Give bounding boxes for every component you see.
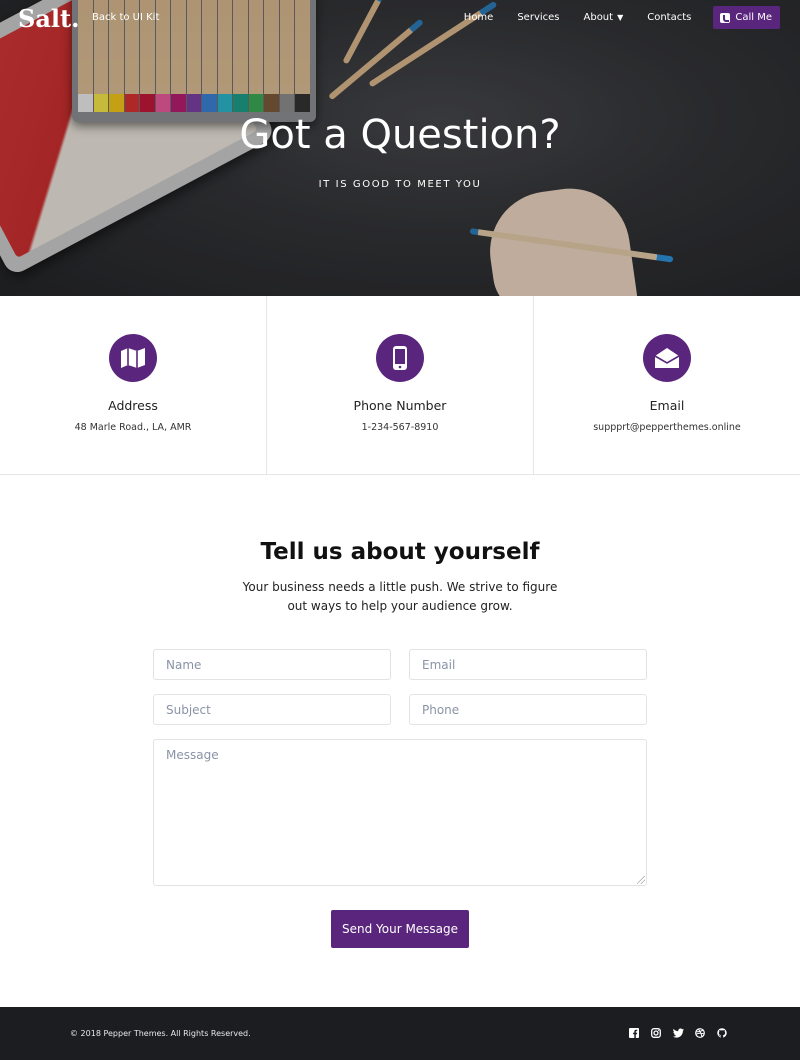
form-description: Your business needs a little push. We st… (242, 580, 558, 613)
email-card: Email suppprt@pepperthemes.online (534, 296, 800, 474)
email-value: suppprt@pepperthemes.online (593, 422, 741, 433)
nav-item-services[interactable]: Services (517, 12, 559, 23)
phone-square-icon (720, 12, 731, 23)
github-icon[interactable] (716, 1027, 728, 1039)
back-to-ui-kit-link[interactable]: Back to UI Kit (92, 12, 159, 23)
call-me-label: Call Me (735, 12, 772, 23)
nav-item-about-label: About (583, 12, 614, 23)
social-links (628, 1027, 728, 1039)
footer: © 2018 Pepper Themes. All Rights Reserve… (0, 1007, 800, 1060)
phone-icon (376, 334, 424, 382)
facebook-icon[interactable] (628, 1027, 640, 1039)
page-subtitle: IT IS GOOD TO MEET YOU (318, 179, 482, 190)
call-me-button[interactable]: Call Me (713, 6, 780, 29)
hero-section: Salt. Back to UI Kit Home Services About… (0, 0, 800, 296)
map-icon (109, 334, 157, 382)
phone-input[interactable] (409, 694, 647, 725)
phone-title: Phone Number (353, 398, 447, 413)
email-title: Email (649, 398, 685, 413)
page-title: Got a Question? (239, 112, 561, 158)
copyright-text: © 2018 Pepper Themes. All Rights Reserve… (70, 1029, 251, 1038)
nav-item-about[interactable]: About ▼ (584, 12, 624, 23)
name-input[interactable] (153, 649, 391, 680)
address-card: Address 48 Marle Road., LA, AMR (0, 296, 267, 474)
send-message-button[interactable]: Send Your Message (331, 910, 469, 948)
phone-value: 1-234-567-8910 (361, 422, 439, 433)
dribbble-icon[interactable] (694, 1027, 706, 1039)
email-input[interactable] (409, 649, 647, 680)
phone-card: Phone Number 1-234-567-8910 (267, 296, 534, 474)
nav-item-home[interactable]: Home (464, 12, 494, 23)
address-title: Address (108, 398, 158, 413)
textarea-resize-handle[interactable] (637, 876, 645, 884)
top-navbar: Salt. Back to UI Kit Home Services About… (0, 0, 800, 38)
form-title: Tell us about yourself (260, 539, 540, 565)
subject-input[interactable] (153, 694, 391, 725)
contact-info-section: Address 48 Marle Road., LA, AMR Phone Nu… (0, 296, 800, 475)
envelope-icon (643, 334, 691, 382)
twitter-icon[interactable] (672, 1027, 684, 1039)
message-textarea[interactable] (153, 739, 647, 886)
chevron-down-icon: ▼ (617, 13, 624, 22)
nav-item-contacts[interactable]: Contacts (647, 12, 691, 23)
address-value: 48 Marle Road., LA, AMR (74, 422, 192, 433)
nav-menu: Home Services About ▼ Contacts Call Me (440, 6, 780, 29)
instagram-icon[interactable] (650, 1027, 662, 1039)
brand-logo[interactable]: Salt. (18, 4, 79, 33)
